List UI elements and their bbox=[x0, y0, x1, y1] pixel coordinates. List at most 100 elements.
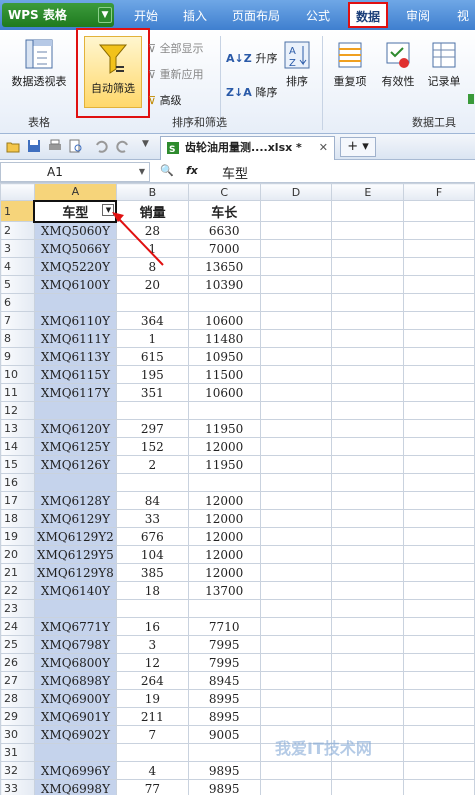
row-header[interactable]: 20 bbox=[0, 545, 35, 564]
cell-model[interactable]: XMQ6129Y5 bbox=[33, 545, 117, 564]
cell-sales[interactable]: 351 bbox=[115, 383, 189, 402]
empty-cell[interactable] bbox=[259, 653, 333, 672]
empty-cell[interactable] bbox=[403, 455, 475, 474]
close-tab-icon[interactable]: ✕ bbox=[319, 137, 328, 159]
cell-sales[interactable]: 8 bbox=[115, 257, 189, 276]
cell-model[interactable]: XMQ6117Y bbox=[33, 383, 117, 402]
sort-button[interactable]: A Z 排序 bbox=[280, 40, 314, 89]
customize-dropdown-icon[interactable]: ▼ bbox=[142, 139, 149, 149]
empty-cell[interactable] bbox=[403, 707, 475, 726]
row-header[interactable]: 28 bbox=[0, 689, 35, 708]
cell-length[interactable]: 8945 bbox=[187, 671, 261, 690]
cell-sales[interactable]: 3 bbox=[115, 635, 189, 654]
cell-model[interactable]: XMQ6900Y bbox=[33, 689, 117, 708]
empty-cell[interactable] bbox=[259, 365, 333, 384]
empty-cell[interactable] bbox=[331, 311, 405, 330]
cell-length[interactable]: 10950 bbox=[187, 347, 261, 366]
cell-sales[interactable] bbox=[115, 743, 189, 762]
row-header[interactable]: 23 bbox=[0, 599, 35, 618]
save-icon[interactable] bbox=[27, 139, 41, 153]
empty-cell[interactable] bbox=[331, 689, 405, 708]
cell-sales[interactable]: 676 bbox=[115, 527, 189, 546]
empty-cell[interactable] bbox=[331, 671, 405, 690]
row-header[interactable]: 10 bbox=[0, 365, 35, 384]
row-header[interactable]: 22 bbox=[0, 581, 35, 600]
empty-cell[interactable] bbox=[331, 200, 405, 222]
cell-length[interactable]: 6630 bbox=[187, 221, 261, 240]
cell-model[interactable]: XMQ6100Y bbox=[33, 275, 117, 294]
empty-cell[interactable] bbox=[403, 365, 475, 384]
cell-model[interactable] bbox=[33, 293, 117, 312]
cell-sales[interactable]: 211 bbox=[115, 707, 189, 726]
empty-cell[interactable] bbox=[331, 473, 405, 492]
empty-cell[interactable] bbox=[331, 401, 405, 420]
cell-length[interactable] bbox=[187, 401, 261, 420]
empty-cell[interactable] bbox=[403, 599, 475, 618]
cell-sales[interactable]: 1 bbox=[115, 329, 189, 348]
cell-length[interactable]: 11950 bbox=[187, 419, 261, 438]
empty-cell[interactable] bbox=[331, 221, 405, 240]
empty-cell[interactable] bbox=[331, 653, 405, 672]
empty-cell[interactable] bbox=[331, 329, 405, 348]
empty-cell[interactable] bbox=[331, 239, 405, 258]
empty-cell[interactable] bbox=[259, 221, 333, 240]
column-header-a[interactable]: A bbox=[33, 183, 117, 201]
cell-sales[interactable]: 104 bbox=[115, 545, 189, 564]
empty-cell[interactable] bbox=[403, 635, 475, 654]
empty-cell[interactable] bbox=[331, 293, 405, 312]
cell-sales[interactable]: 33 bbox=[115, 509, 189, 528]
select-all-corner[interactable] bbox=[0, 183, 35, 201]
cell-length[interactable]: 12000 bbox=[187, 527, 261, 546]
empty-cell[interactable] bbox=[403, 689, 475, 708]
row-header[interactable]: 2 bbox=[0, 221, 35, 240]
empty-cell[interactable] bbox=[403, 473, 475, 492]
cell-length[interactable]: 7995 bbox=[187, 635, 261, 654]
cell-model[interactable]: XMQ6901Y bbox=[33, 707, 117, 726]
cell-length[interactable]: 11480 bbox=[187, 329, 261, 348]
cell-length[interactable]: 11500 bbox=[187, 365, 261, 384]
empty-cell[interactable] bbox=[331, 437, 405, 456]
empty-cell[interactable] bbox=[259, 617, 333, 636]
empty-cell[interactable] bbox=[331, 455, 405, 474]
empty-cell[interactable] bbox=[259, 239, 333, 258]
cell-model[interactable]: XMQ6140Y bbox=[33, 581, 117, 600]
cell-model[interactable]: XMQ6898Y bbox=[33, 671, 117, 690]
cell-length[interactable]: 10390 bbox=[187, 275, 261, 294]
row-header[interactable]: 7 bbox=[0, 311, 35, 330]
document-tab[interactable]: S 齿轮油用量测....xlsx * ✕ bbox=[160, 136, 335, 160]
duplicates-button[interactable]: 重复项 bbox=[328, 40, 372, 89]
column-header-b[interactable]: B bbox=[115, 183, 189, 201]
row-header[interactable]: 25 bbox=[0, 635, 35, 654]
reapply-button[interactable]: ⊽ 重新应用 bbox=[148, 66, 204, 82]
empty-cell[interactable] bbox=[331, 617, 405, 636]
show-all-button[interactable]: ⊽ 全部显示 bbox=[148, 40, 204, 56]
empty-cell[interactable] bbox=[403, 200, 475, 222]
cell-length[interactable]: 7000 bbox=[187, 239, 261, 258]
empty-cell[interactable] bbox=[403, 419, 475, 438]
cell-sales[interactable]: 264 bbox=[115, 671, 189, 690]
cell-sales[interactable]: 7 bbox=[115, 725, 189, 744]
fx-icon[interactable]: fx bbox=[186, 164, 198, 177]
empty-cell[interactable] bbox=[259, 563, 333, 582]
cell-length[interactable]: 12000 bbox=[187, 491, 261, 510]
cell-model[interactable]: XMQ6115Y bbox=[33, 365, 117, 384]
print-icon[interactable] bbox=[48, 139, 62, 153]
advanced-filter-button[interactable]: ⊽ 高级 bbox=[148, 92, 182, 108]
cell-model[interactable]: XMQ6771Y bbox=[33, 617, 117, 636]
cell-model[interactable]: XMQ5060Y bbox=[33, 221, 117, 240]
empty-cell[interactable] bbox=[403, 527, 475, 546]
empty-cell[interactable] bbox=[403, 257, 475, 276]
empty-cell[interactable] bbox=[259, 491, 333, 510]
empty-cell[interactable] bbox=[331, 491, 405, 510]
undo-icon[interactable] bbox=[94, 139, 108, 153]
row-header[interactable]: 30 bbox=[0, 725, 35, 744]
row-header[interactable]: 33 bbox=[0, 779, 35, 795]
empty-cell[interactable] bbox=[331, 419, 405, 438]
cell-model[interactable] bbox=[33, 473, 117, 492]
cell-length[interactable]: 9005 bbox=[187, 725, 261, 744]
empty-cell[interactable] bbox=[259, 545, 333, 564]
zoom-search-icon[interactable]: 🔍 bbox=[160, 164, 174, 177]
cell-model[interactable]: XMQ6996Y bbox=[33, 761, 117, 780]
empty-cell[interactable] bbox=[331, 761, 405, 780]
row-header[interactable]: 6 bbox=[0, 293, 35, 312]
